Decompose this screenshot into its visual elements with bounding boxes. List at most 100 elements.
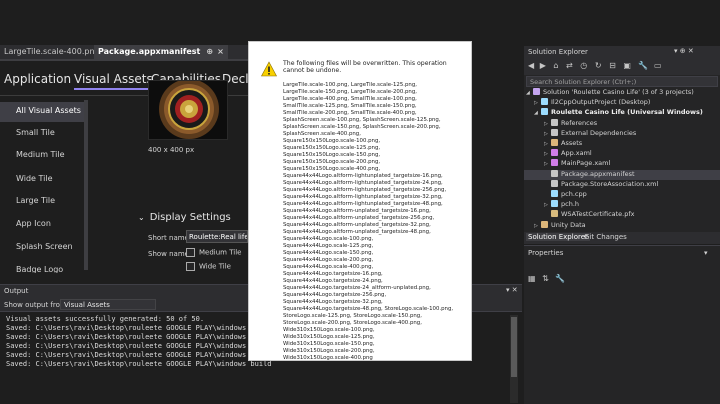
tree-item[interactable]: ▷ Assets [544, 139, 582, 149]
wide-tile-checkbox-row[interactable]: Wide Tile [186, 262, 231, 271]
expand-arrow-icon[interactable]: ▷ [544, 141, 551, 147]
back-icon[interactable]: ◀ [528, 61, 534, 70]
asset-item-splash-screen[interactable]: Splash Screen [0, 238, 86, 258]
asset-item-badge-logo[interactable]: Badge Logo [0, 261, 86, 273]
output-source-select[interactable]: Visual Assets [60, 299, 156, 310]
file-type-icon [551, 210, 558, 218]
wide-tile-checkbox[interactable] [186, 262, 195, 271]
file-type-icon [551, 128, 558, 136]
asset-item-small-tile[interactable]: Small Tile [0, 124, 86, 144]
tab-git-changes[interactable]: Git Changes [582, 233, 629, 241]
close-icon[interactable]: × [217, 47, 224, 56]
tree-item[interactable]: ▷ pch.h [544, 200, 579, 210]
file-list-line: Square44x44Logo.altform-unplated_targets… [283, 222, 431, 228]
properties-toolbar: ▦ ⇅ 🔧 [528, 274, 565, 283]
file-list-line: LargeTile.scale-150.png, LargeTile.scale… [283, 89, 417, 95]
pin-icon[interactable]: ⊕ [206, 47, 213, 56]
tree-item-label: Roulette Casino Life (Universal Windows) [551, 108, 703, 117]
file-list-line: Square44x44Logo.targetsize-32.png, [283, 299, 383, 305]
refresh-icon[interactable]: ↻ [595, 61, 602, 70]
tree-item[interactable]: Package.StoreAssociation.xml [544, 179, 658, 190]
file-list-line: Square150x150Logo.scale-400.png, [283, 166, 381, 172]
visual-studio-window: LargeTile.scale-400.png Package.appxmani… [0, 0, 720, 404]
collapse-all-icon[interactable]: ⊟ [609, 61, 616, 70]
expand-arrow-icon[interactable]: ▷ [544, 161, 551, 167]
asset-item-wide-tile[interactable]: Wide Tile [0, 170, 86, 190]
asset-item-app-icon[interactable]: App Icon [0, 215, 86, 235]
expand-arrow-icon[interactable]: ▷ [534, 223, 541, 229]
tree-item[interactable]: ◢ Solution 'Roulette Casino Life' (3 of 3… [526, 88, 694, 98]
output-source-value: Visual Assets [64, 301, 110, 309]
tree-item-label: Package.appxmanifest [561, 169, 635, 178]
expand-arrow-icon[interactable]: ◢ [534, 110, 541, 116]
tree-item[interactable]: WSATestCertificate.pfx [544, 210, 635, 220]
file-list-line: SmallTile.scale-125.png, SmallTile.scale… [283, 103, 417, 109]
tree-item[interactable]: ▷ References [544, 118, 597, 129]
tree-item[interactable]: ▷ Il2CppOutputProject (Desktop) [534, 98, 650, 108]
asset-item-medium-tile[interactable]: Medium Tile [0, 146, 86, 166]
expand-arrow-icon[interactable]: ▷ [534, 100, 541, 106]
file-list-line: Wide310x150Logo.scale-150.png, [283, 341, 375, 347]
file-list-line: Wide310x150Logo.scale-100.png, [283, 327, 375, 333]
show-name-label: Show name [148, 250, 189, 258]
tab-application[interactable]: Application [4, 72, 71, 86]
file-list-line: Square44x44Logo.scale-400.png, [283, 264, 374, 270]
expand-arrow-icon[interactable]: ▷ [544, 151, 551, 157]
expand-arrow-icon[interactable]: ▷ [544, 131, 551, 137]
tab-package-appxmanifest[interactable]: Package.appxmanifest ⊕ × [94, 45, 228, 59]
file-list-line: Square44x44Logo.altform-lightunplated_ta… [283, 194, 443, 200]
medium-tile-checkbox-row[interactable]: Medium Tile [186, 248, 241, 257]
file-list-line: LargeTile.scale-400.png, SmallTile.scale… [283, 96, 417, 102]
sync-icon[interactable]: ⇄ [566, 61, 573, 70]
file-list-line: Square44x44Logo.altform-unplated_targets… [283, 208, 431, 214]
tab-visual-assets[interactable]: Visual Assets [74, 72, 153, 90]
tree-item[interactable]: ▷ App.xaml [544, 149, 592, 159]
alphabetical-icon[interactable]: ⇅ [542, 274, 549, 283]
tab-largetile-png[interactable]: LargeTile.scale-400.png [4, 47, 100, 56]
file-type-icon [533, 88, 540, 95]
properties-window-controls[interactable]: ▾ [704, 249, 708, 257]
categorized-icon[interactable]: ▦ [528, 274, 536, 283]
file-list-line: SplashScreen.scale-150.png, SplashScreen… [283, 124, 441, 130]
overwritten-file-list: LargeTile.scale-100.png, LargeTile.scale… [283, 82, 469, 360]
file-type-icon [551, 179, 558, 187]
panel-window-controls[interactable]: ▾ ⊕ ✕ [674, 47, 694, 55]
tree-item-label: Solution 'Roulette Casino Life' (3 of 3 … [543, 88, 694, 96]
file-list-line: SplashScreen.scale-100.png, SplashScreen… [283, 117, 441, 123]
expand-arrow-icon[interactable]: ▷ [544, 121, 551, 127]
output-scrollbar[interactable] [510, 315, 518, 403]
tab-label: Package.appxmanifest [98, 47, 201, 56]
output-pin-icon[interactable]: ▾ ✕ [506, 286, 518, 294]
show-all-files-icon[interactable]: ▣ [623, 61, 631, 70]
tab-solution-explorer[interactable]: Solution Explorer [526, 233, 590, 241]
tree-item[interactable]: ▷ MainPage.xaml [544, 159, 610, 169]
property-pages-icon[interactable]: 🔧 [555, 274, 565, 283]
asset-list-scrollbar[interactable] [84, 100, 88, 270]
tree-item-label: pch.h [561, 200, 580, 209]
asset-item-large-tile[interactable]: Large Tile [0, 192, 86, 212]
display-settings-heading[interactable]: ⌄ Display Settings [138, 212, 231, 223]
tree-item[interactable]: pch.cpp [544, 190, 587, 200]
properties-icon[interactable]: 🔧 [638, 61, 648, 70]
preview-icon[interactable]: ▭ [654, 61, 662, 70]
solution-explorer-search-input[interactable]: Search Solution Explorer (Ctrl+;) [526, 76, 718, 87]
tree-item[interactable]: ▷ External Dependencies [544, 128, 636, 139]
short-name-input[interactable]: Roulette:Real life Ca [186, 230, 248, 243]
file-list-line: Square44x44Logo.altform-lightunplated_ta… [283, 173, 443, 179]
output-scroll-thumb[interactable] [511, 317, 517, 377]
tree-item[interactable]: ▷ Unity Data [534, 220, 586, 231]
file-list-line: Square44x44Logo.targetsize-256.png, [283, 292, 387, 298]
tree-item[interactable]: Package.appxmanifest [524, 169, 720, 180]
checkbox-label: Medium Tile [199, 248, 242, 257]
pending-changes-icon[interactable]: ◷ [580, 61, 587, 70]
file-list-line: SmallTile.scale-200.png, SmallTile.scale… [283, 110, 417, 116]
forward-icon[interactable]: ▶ [540, 61, 546, 70]
medium-tile-checkbox[interactable] [186, 248, 195, 257]
expand-arrow-icon[interactable]: ▷ [544, 202, 551, 208]
expand-arrow-icon[interactable]: ◢ [526, 90, 533, 96]
home-icon[interactable]: ⌂ [553, 61, 558, 70]
asset-item-all[interactable]: All Visual Assets [0, 102, 86, 122]
file-type-icon [541, 108, 548, 116]
search-placeholder: Search Solution Explorer (Ctrl+;) [530, 78, 637, 86]
tree-item[interactable]: ◢ Roulette Casino Life (Universal Windows… [534, 108, 703, 118]
